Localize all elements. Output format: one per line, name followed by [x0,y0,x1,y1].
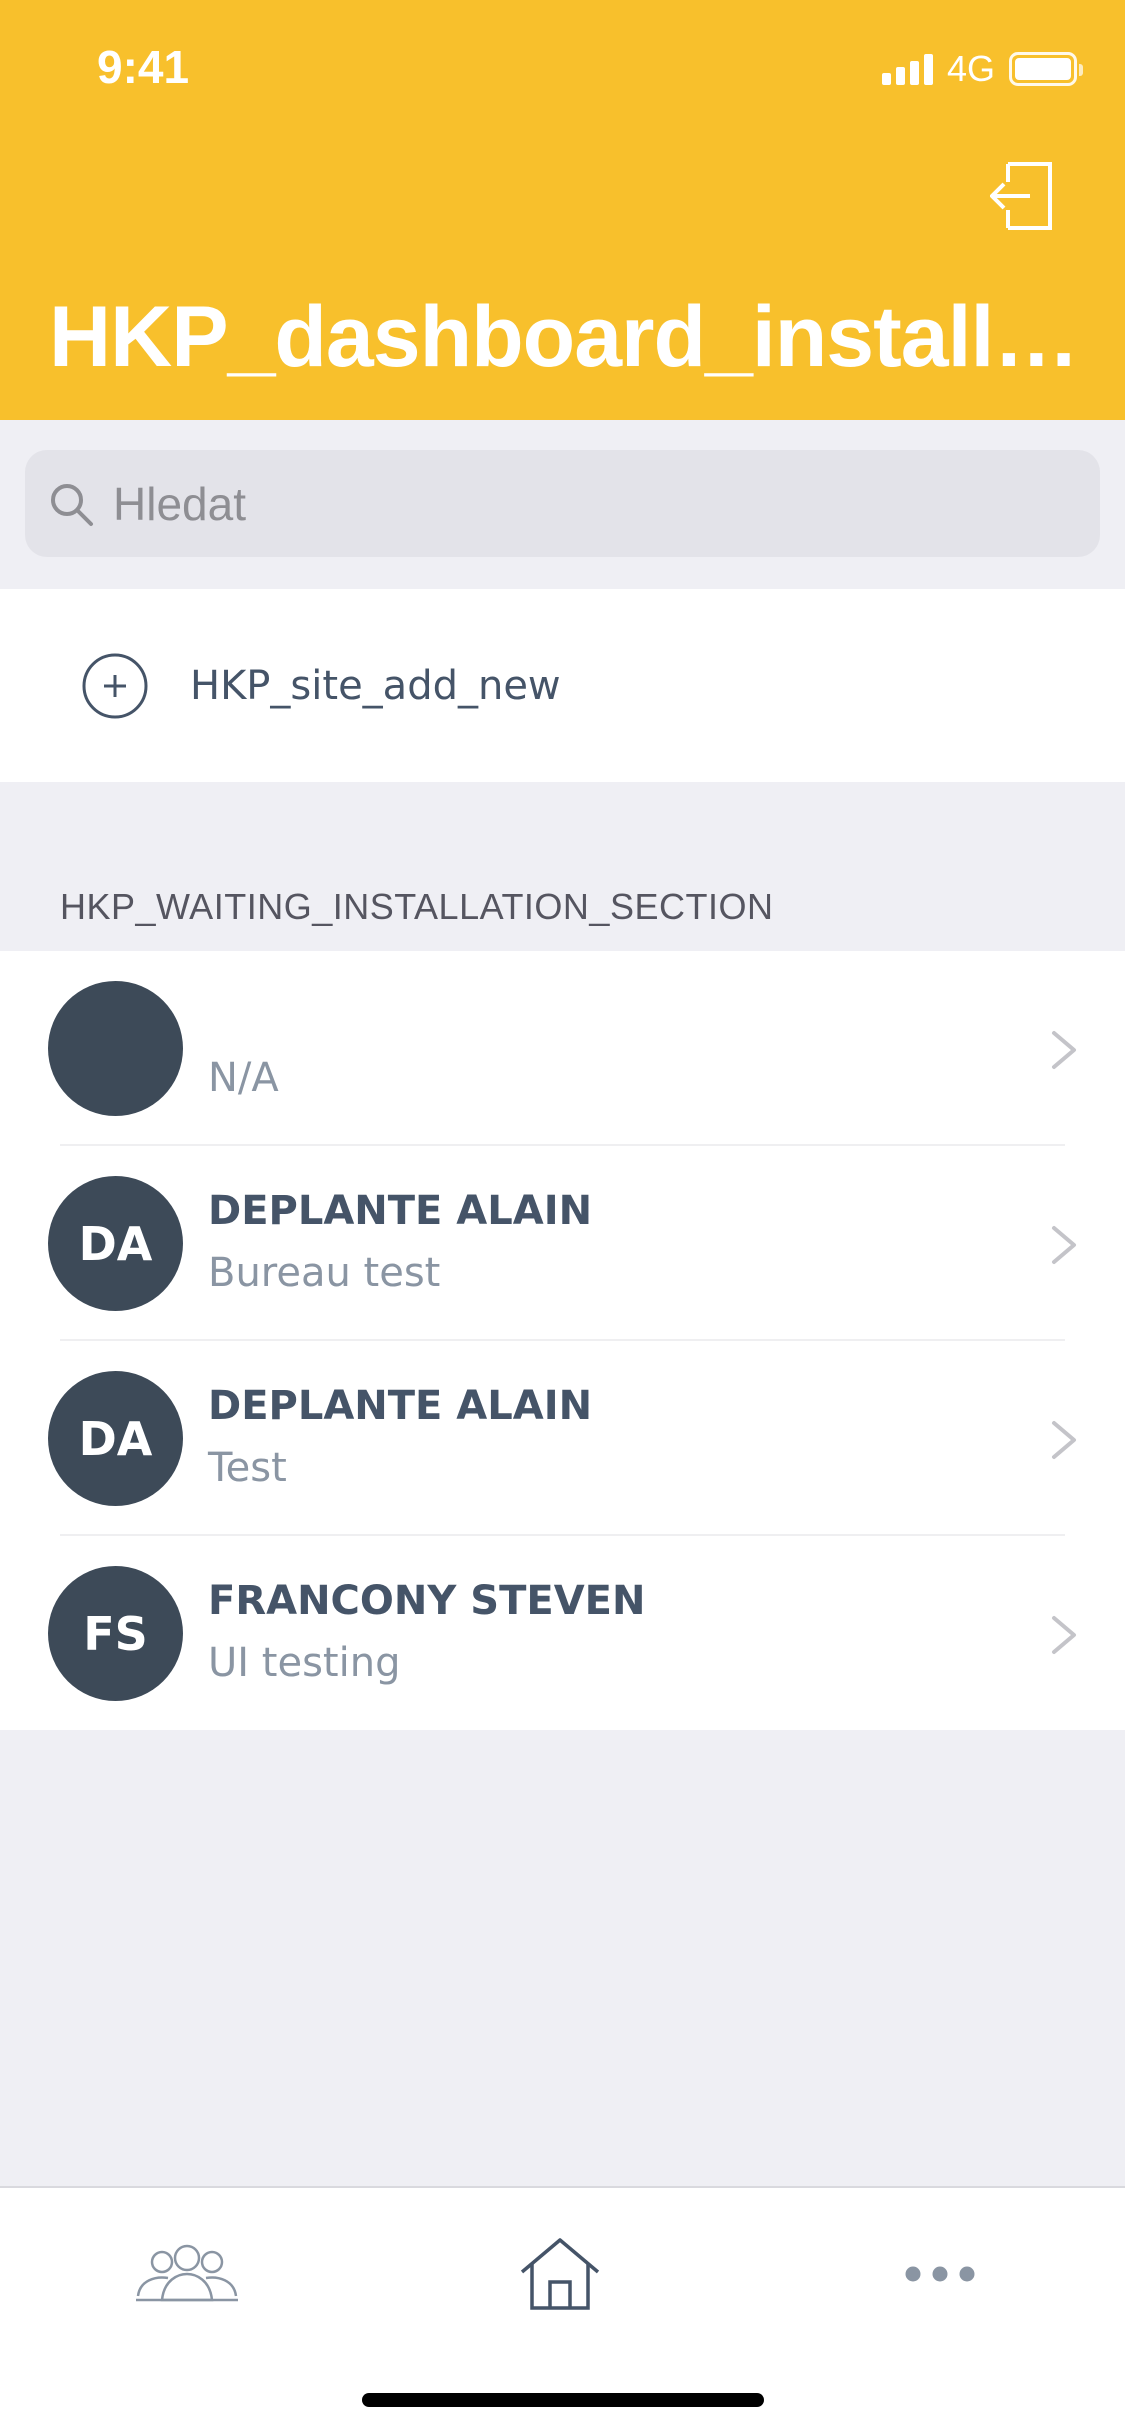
search-input[interactable] [113,476,1013,531]
chevron-right-icon [1052,1421,1076,1459]
tab-more[interactable] [895,2234,985,2314]
home-icon [520,2238,600,2310]
list-item[interactable]: DA DEPLANTE ALAIN Bureau test [0,1146,1125,1341]
signal-icon [881,53,933,85]
list-item-name: DEPLANTE ALAIN [208,1383,593,1429]
status-time: 9:41 [97,41,190,93]
users-icon [136,2244,238,2302]
avatar [48,981,183,1116]
chevron-right-icon [1052,1616,1076,1654]
logout-icon [989,162,1052,230]
list-item-subtitle: Test [208,1445,287,1491]
list-item-subtitle: N/A [208,1055,279,1101]
list-item[interactable]: DA DEPLANTE ALAIN Test [0,1341,1125,1536]
list-item[interactable]: N/A [0,951,1125,1146]
search-icon [51,483,93,526]
list-item-subtitle: UI testing [208,1640,401,1686]
add-site-label: HKP_site_add_new [190,662,561,709]
chevron-right-icon [1052,1226,1076,1264]
list-item-subtitle: Bureau test [208,1250,441,1296]
avatar: DA [48,1176,183,1311]
add-site-button[interactable]: HKP_site_add_new [0,589,1125,782]
home-indicator [362,2393,764,2407]
logout-button[interactable] [989,160,1056,232]
chevron-right-icon [1052,1031,1076,1069]
avatar: DA [48,1371,183,1506]
status-indicators: 4G [881,46,1083,92]
tab-users[interactable] [132,2234,242,2314]
tab-home[interactable] [515,2234,605,2314]
add-circle-icon [82,653,148,718]
list-item[interactable]: FS FRANCONY STEVEN UI testing [0,1536,1125,1731]
avatar: FS [48,1566,183,1701]
list-item-name: FRANCONY STEVEN [208,1578,646,1624]
section-header: HKP_WAITING_INSTALLATION_SECTION [60,886,774,927]
header-bar: 9:41 4G HKP_dashboard_installa… [0,0,1125,420]
installation-list: N/A DA DEPLANTE ALAIN Bureau test DA DEP… [0,951,1125,1730]
page-title: HKP_dashboard_installa… [49,289,1089,385]
network-type: 4G [946,48,995,89]
search-bar[interactable] [25,450,1100,557]
battery-icon [1009,52,1083,86]
more-icon [905,2266,975,2282]
list-item-name: DEPLANTE ALAIN [208,1188,593,1234]
